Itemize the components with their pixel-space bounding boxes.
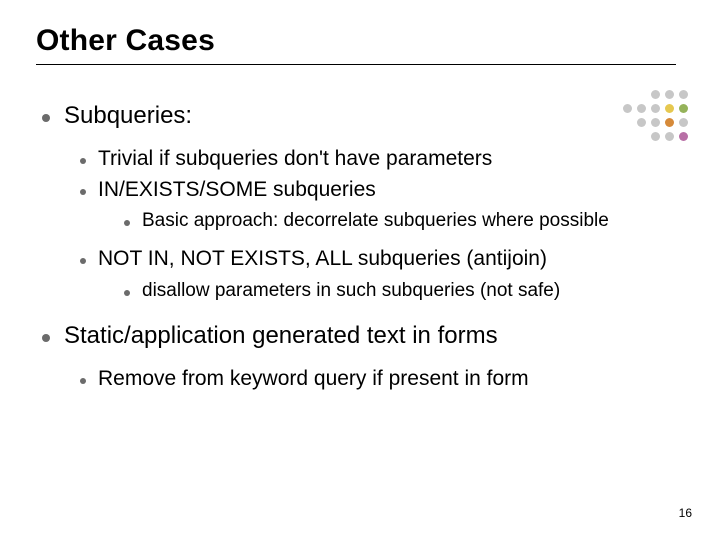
bullet-subqueries: Subqueries: — [42, 101, 684, 132]
bullet-icon — [80, 378, 86, 384]
bullet-icon — [124, 290, 130, 296]
bullet-text: disallow parameters in such subqueries (… — [142, 279, 684, 303]
bullet-decorrelate: Basic approach: decorrelate subqueries w… — [124, 209, 684, 233]
bullet-icon — [124, 220, 130, 226]
bullet-disallow-params: disallow parameters in such subqueries (… — [124, 279, 684, 303]
bullet-not-in-antijoin: NOT IN, NOT EXISTS, ALL subqueries (anti… — [80, 246, 684, 273]
bullet-trivial: Trivial if subqueries don't have paramet… — [80, 146, 684, 173]
decorative-dot-grid — [623, 90, 690, 143]
bullet-icon — [80, 158, 86, 164]
bullet-in-exists-some: IN/EXISTS/SOME subqueries — [80, 177, 684, 204]
bullet-text: Basic approach: decorrelate subqueries w… — [142, 209, 684, 233]
title-underline — [36, 64, 676, 65]
bullet-text: IN/EXISTS/SOME subqueries — [98, 177, 684, 204]
bullet-icon — [42, 334, 50, 342]
bullet-text: Trivial if subqueries don't have paramet… — [98, 146, 684, 173]
bullet-static-text: Static/application generated text in for… — [42, 321, 684, 352]
slide: Other Cases Subqueries: Trivial if subqu… — [0, 0, 720, 540]
bullet-text: Static/application generated text in for… — [64, 321, 684, 352]
bullet-remove-keyword: Remove from keyword query if present in … — [80, 366, 684, 393]
slide-title: Other Cases — [36, 24, 684, 58]
bullet-icon — [42, 114, 50, 122]
bullet-text: Subqueries: — [64, 101, 684, 132]
slide-number: 16 — [679, 506, 692, 520]
bullet-text: Remove from keyword query if present in … — [98, 366, 684, 393]
bullet-icon — [80, 258, 86, 264]
bullet-icon — [80, 189, 86, 195]
bullet-text: NOT IN, NOT EXISTS, ALL subqueries (anti… — [98, 246, 684, 273]
